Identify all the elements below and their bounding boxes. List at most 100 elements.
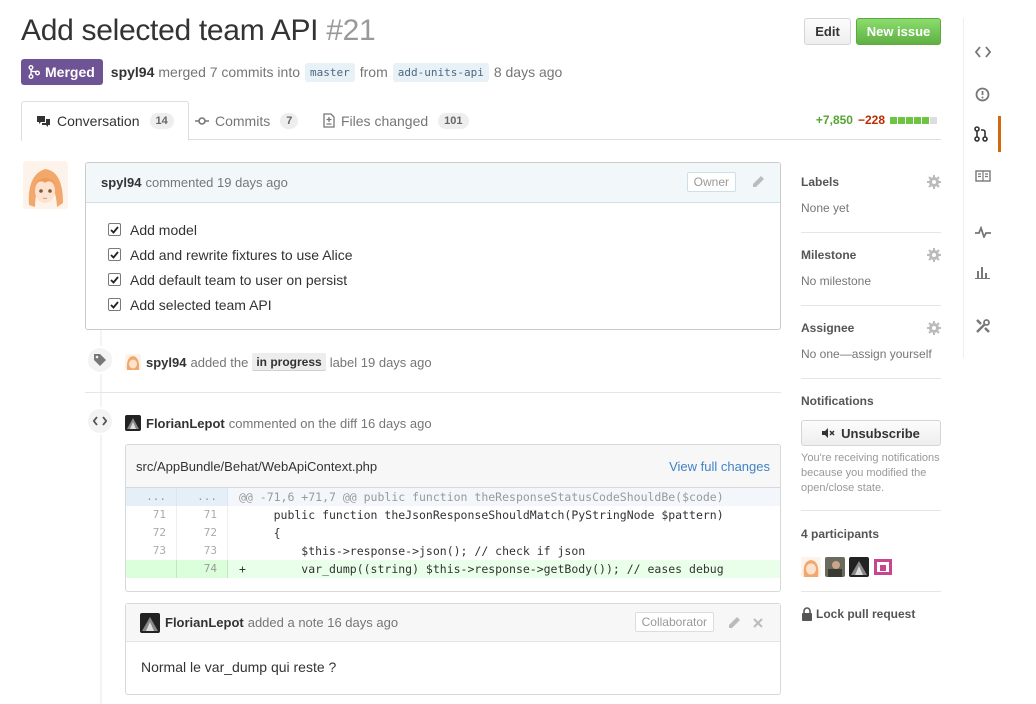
pencil-edit-icon[interactable] bbox=[750, 174, 766, 190]
repo-nav-issues[interactable] bbox=[964, 76, 1001, 112]
tab-files-label: Files changed bbox=[341, 112, 429, 129]
sidebar-assignee-title: Assignee bbox=[801, 321, 855, 335]
sidebar-participants-title: 4 participants bbox=[801, 527, 880, 541]
new-line-number[interactable]: 74 bbox=[177, 560, 228, 578]
old-line-number[interactable]: 71 bbox=[126, 506, 177, 524]
conversation-icon bbox=[37, 115, 50, 127]
repo-nav-code[interactable] bbox=[964, 34, 1001, 70]
dark-avatar-image bbox=[140, 612, 160, 633]
old-line-number[interactable]: 72 bbox=[126, 524, 177, 542]
avatar[interactable] bbox=[140, 612, 160, 633]
participant-avatar[interactable] bbox=[849, 557, 869, 577]
task-checkbox[interactable] bbox=[108, 223, 121, 236]
task-checkbox[interactable] bbox=[108, 273, 121, 286]
avatar[interactable] bbox=[125, 354, 141, 370]
diff-context-line: 71 71 public function theJsonResponseSho… bbox=[126, 506, 780, 524]
tab-conversation[interactable]: Conversation 14 bbox=[21, 101, 189, 141]
collaborator-badge: Collaborator bbox=[634, 612, 714, 632]
participant-avatar[interactable] bbox=[801, 557, 821, 577]
diff-addition-line: 74 + var_dump((string) $this->response->… bbox=[126, 560, 780, 578]
file-diff-icon bbox=[323, 113, 335, 128]
diff-excerpt: src/AppBundle/Behat/WebApiContext.php Vi… bbox=[125, 444, 781, 592]
timeline-line bbox=[100, 330, 102, 704]
task-checkbox[interactable] bbox=[108, 298, 121, 311]
gear-icon[interactable] bbox=[927, 248, 941, 262]
comment-time: commented 19 days ago bbox=[145, 175, 288, 190]
view-full-changes-link[interactable]: View full changes bbox=[669, 459, 770, 474]
new-line-number[interactable]: 73 bbox=[177, 542, 228, 560]
base-branch[interactable]: master bbox=[305, 62, 355, 82]
comment-author-link[interactable]: spyl94 bbox=[101, 175, 141, 190]
dark-avatar-image bbox=[849, 557, 869, 577]
graphs-icon bbox=[975, 267, 990, 279]
note-author-link[interactable]: FlorianLepot bbox=[165, 615, 244, 630]
diffstat-deletions: −228 bbox=[857, 113, 885, 127]
gear-icon[interactable] bbox=[927, 321, 941, 335]
head-branch[interactable]: add-units-api bbox=[392, 62, 489, 82]
diff-header: src/AppBundle/Behat/WebApiContext.php Vi… bbox=[126, 445, 780, 488]
in-progress-label[interactable]: in progress bbox=[252, 353, 326, 371]
close-icon[interactable] bbox=[750, 615, 766, 631]
sidebar-assignee-value[interactable]: No one—assign yourself bbox=[801, 347, 941, 361]
diffstat: +7,850 −228 bbox=[816, 113, 937, 127]
pr-author-link[interactable]: spyl94 bbox=[111, 64, 155, 80]
old-line-number[interactable]: 73 bbox=[126, 542, 177, 560]
pr-tabs: Conversation 14 Commits 7 Files changed … bbox=[21, 101, 941, 141]
new-issue-button[interactable]: New issue bbox=[856, 18, 941, 45]
task-label: Add selected team API bbox=[130, 296, 272, 313]
settings-tools-icon bbox=[975, 319, 990, 333]
diff-hunk-line: ... ... @@ -71,6 +71,7 @@ public functio… bbox=[126, 488, 780, 506]
avatar[interactable] bbox=[23, 161, 68, 209]
task-list-item: Add default team to user on persist bbox=[108, 267, 780, 292]
diff-context-line: 72 72 { bbox=[126, 524, 780, 542]
task-checkbox[interactable] bbox=[108, 248, 121, 261]
repo-nav bbox=[963, 18, 1001, 358]
repo-nav-graphs[interactable] bbox=[964, 254, 1001, 290]
unsubscribe-button[interactable]: Unsubscribe bbox=[801, 420, 941, 446]
sidebar-milestone-title: Milestone bbox=[801, 248, 857, 262]
pencil-edit-icon[interactable] bbox=[726, 615, 742, 631]
repo-nav-wiki[interactable] bbox=[964, 158, 1001, 194]
dark-avatar-image bbox=[125, 415, 141, 431]
edit-button[interactable]: Edit bbox=[804, 18, 851, 45]
check-icon bbox=[110, 225, 119, 234]
tab-commits-label: Commits bbox=[215, 112, 271, 129]
merged-state-badge: Merged bbox=[21, 59, 103, 85]
repo-nav-pulse[interactable] bbox=[964, 214, 1001, 250]
gear-icon[interactable] bbox=[927, 175, 941, 189]
diffstat-block bbox=[906, 116, 913, 124]
merged-text: merged 7 commits into bbox=[158, 64, 300, 80]
tab-commits[interactable]: Commits 7 bbox=[195, 101, 299, 140]
sidebar-assignee: Assignee No one—assign yourself bbox=[801, 321, 941, 379]
repo-nav-settings[interactable] bbox=[964, 308, 1001, 344]
sidebar-milestone: Milestone No milestone bbox=[801, 248, 941, 306]
diffstat-block bbox=[890, 116, 897, 124]
new-line-number[interactable]: 71 bbox=[177, 506, 228, 524]
diff-code: public function theJsonResponseShouldMat… bbox=[239, 508, 724, 522]
avatar[interactable] bbox=[125, 415, 141, 431]
issue-number: #21 bbox=[326, 14, 376, 47]
diff-code: + var_dump((string) $this->response->get… bbox=[239, 562, 724, 576]
tag-icon bbox=[94, 354, 106, 366]
participant-avatar[interactable] bbox=[825, 557, 845, 577]
repo-nav-pull-requests[interactable] bbox=[964, 116, 1001, 152]
sidebar-labels: Labels None yet bbox=[801, 175, 941, 233]
lock-pull-request-link[interactable]: Lock pull request bbox=[801, 607, 915, 621]
old-line-number[interactable] bbox=[126, 560, 177, 578]
participant-avatar[interactable] bbox=[873, 557, 893, 577]
diffstat-block bbox=[914, 116, 921, 124]
diffstat-blocks bbox=[890, 116, 937, 124]
check-icon bbox=[110, 275, 119, 284]
identicon-avatar-image bbox=[873, 557, 893, 577]
new-line-number[interactable]: 72 bbox=[177, 524, 228, 542]
tag-event-badge bbox=[86, 346, 114, 374]
label-event-actor-link[interactable]: spyl94 bbox=[146, 355, 186, 370]
mute-icon bbox=[822, 428, 835, 438]
check-icon bbox=[110, 250, 119, 259]
diff-file-path[interactable]: src/AppBundle/Behat/WebApiContext.php bbox=[136, 459, 377, 474]
photo-avatar-image bbox=[825, 557, 845, 577]
diff-comment-actor-link[interactable]: FlorianLepot bbox=[146, 416, 225, 431]
tab-files-changed[interactable]: Files changed 101 bbox=[323, 101, 469, 140]
git-merge-icon bbox=[28, 65, 40, 79]
state-label: Merged bbox=[45, 64, 95, 80]
